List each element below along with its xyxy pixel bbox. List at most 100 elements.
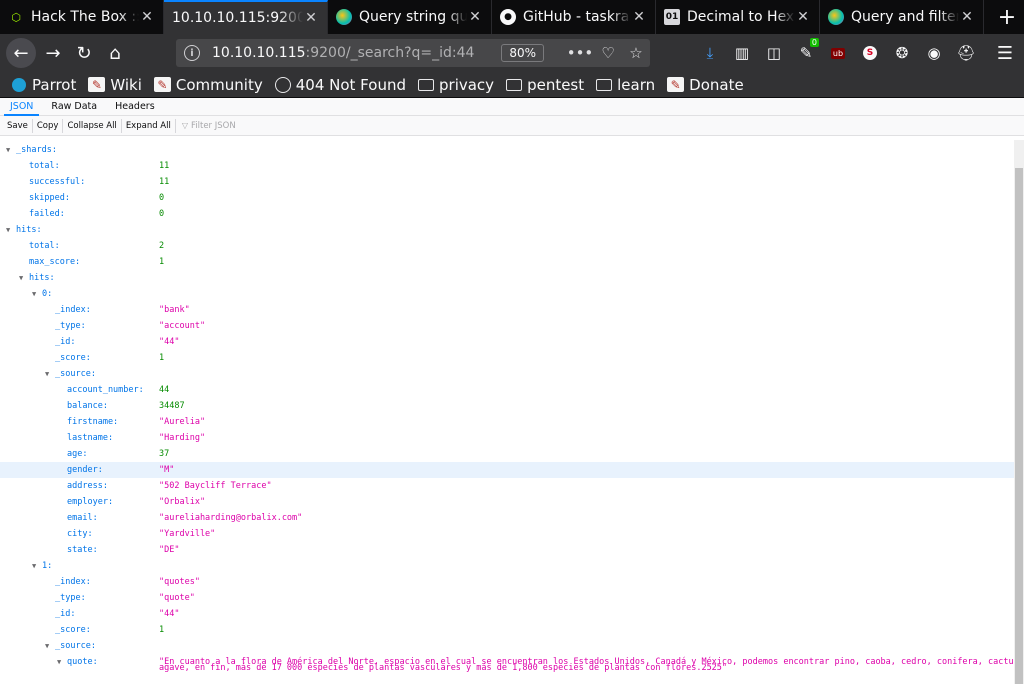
expand-toggle-icon[interactable]: ▼ bbox=[19, 270, 23, 286]
json-row[interactable]: successful: 11 bbox=[0, 174, 1014, 190]
close-icon[interactable]: ✕ bbox=[795, 9, 811, 25]
tab-query-string[interactable]: Query string query ✕ bbox=[328, 0, 492, 34]
zoom-level[interactable]: 80% bbox=[501, 44, 544, 62]
json-row[interactable]: ▼ _source: bbox=[0, 366, 1014, 382]
json-row[interactable]: lastname: "Harding" bbox=[0, 430, 1014, 446]
json-row[interactable]: city: "Yardville" bbox=[0, 526, 1014, 542]
json-key: total: bbox=[29, 241, 60, 251]
url-host: 10.10.10.115 bbox=[212, 45, 306, 61]
info-icon[interactable]: i bbox=[184, 45, 200, 61]
tab-headers[interactable]: Headers bbox=[109, 98, 161, 116]
ublock-icon[interactable]: ub bbox=[822, 38, 854, 68]
json-row[interactable]: _index: "quotes" bbox=[0, 574, 1014, 590]
json-row[interactable]: _type: "account" bbox=[0, 318, 1014, 334]
json-row[interactable]: _score: 1 bbox=[0, 622, 1014, 638]
menu-icon[interactable]: ☰ bbox=[990, 38, 1020, 68]
expand-toggle-icon[interactable]: ▼ bbox=[45, 366, 49, 382]
vertical-scrollbar[interactable] bbox=[1014, 140, 1024, 684]
tab-decimal-hex[interactable]: 01 Decimal to Hexadecimal ✕ bbox=[656, 0, 820, 34]
json-row[interactable]: ▼ 1: bbox=[0, 558, 1014, 574]
reload-button[interactable]: ↻ bbox=[70, 39, 98, 67]
tab-json[interactable]: JSON bbox=[4, 98, 40, 116]
tab-title: Hack The Box :: Hack The Box bbox=[31, 9, 139, 25]
bookmark-wiki[interactable]: ✎ Wiki bbox=[88, 76, 142, 94]
close-icon[interactable]: ✕ bbox=[139, 9, 155, 25]
cookie-icon[interactable]: ❂ bbox=[886, 38, 918, 68]
collapse-all-button[interactable]: Collapse All bbox=[63, 118, 122, 133]
close-icon[interactable]: ✕ bbox=[467, 9, 483, 25]
home-button[interactable]: ⌂ bbox=[101, 39, 129, 67]
page-actions-icon[interactable]: ••• bbox=[566, 44, 594, 62]
save-button[interactable]: Save bbox=[3, 118, 33, 133]
url-bar[interactable]: i 10.10.10.115:9200/_search?q=_id:44 80%… bbox=[176, 39, 650, 67]
account-icon[interactable]: ◉ bbox=[918, 38, 950, 68]
json-row[interactable]: state: "DE" bbox=[0, 542, 1014, 558]
back-button[interactable]: ← bbox=[6, 38, 36, 68]
json-row[interactable]: gender: "M" bbox=[0, 462, 1014, 478]
json-row[interactable]: max_score: 1 bbox=[0, 254, 1014, 270]
expand-toggle-icon[interactable]: ▼ bbox=[32, 558, 36, 574]
scrollbar-thumb[interactable] bbox=[1015, 168, 1023, 684]
expand-toggle-icon[interactable]: ▼ bbox=[6, 222, 10, 238]
json-row[interactable]: _score: 1 bbox=[0, 350, 1014, 366]
json-value: "account" bbox=[159, 321, 206, 331]
json-row[interactable]: total: 11 bbox=[0, 158, 1014, 174]
json-key: _score: bbox=[55, 353, 91, 363]
json-row[interactable]: firstname: "Aurelia" bbox=[0, 414, 1014, 430]
sidebar-icon[interactable]: ◫ bbox=[758, 38, 790, 68]
tab-query-filter[interactable]: Query and filter context ✕ bbox=[820, 0, 984, 34]
json-row[interactable]: _id: "44" bbox=[0, 606, 1014, 622]
url-text[interactable]: 10.10.10.115:9200/_search?q=_id:44 bbox=[212, 45, 501, 61]
tab-raw-data[interactable]: Raw Data bbox=[45, 98, 103, 116]
bookmark-donate[interactable]: ✎ Donate bbox=[667, 76, 744, 94]
expand-toggle-icon[interactable]: ▼ bbox=[57, 654, 61, 670]
json-row[interactable]: employer: "Orbalix" bbox=[0, 494, 1014, 510]
json-row[interactable]: ▼ 0: bbox=[0, 286, 1014, 302]
tab-hackthebox[interactable]: ⬡ Hack The Box :: Hack The Box ✕ bbox=[0, 0, 164, 34]
json-row[interactable]: skipped: 0 bbox=[0, 190, 1014, 206]
bookmark-star-icon[interactable]: ☆ bbox=[622, 44, 650, 62]
download-icon[interactable]: ⤓ bbox=[694, 38, 726, 68]
json-row[interactable]: total: 2 bbox=[0, 238, 1014, 254]
bookmark-folder-pentest[interactable]: pentest bbox=[506, 76, 584, 94]
s-extension-icon[interactable]: S bbox=[854, 38, 886, 68]
json-row[interactable]: ▼ _shards: bbox=[0, 142, 1014, 158]
json-row[interactable]: failed: 0 bbox=[0, 206, 1014, 222]
library-icon[interactable]: ▥ bbox=[726, 38, 758, 68]
bookmark-folder-privacy[interactable]: privacy bbox=[418, 76, 494, 94]
json-row[interactable]: ▼ _source: bbox=[0, 638, 1014, 654]
json-row[interactable]: _id: "44" bbox=[0, 334, 1014, 350]
json-viewer-tabs: JSON Raw Data Headers bbox=[0, 98, 1024, 116]
bookmark-parrot[interactable]: Parrot bbox=[10, 76, 76, 94]
expand-all-button[interactable]: Expand All bbox=[122, 118, 176, 133]
new-tab-button[interactable]: + bbox=[990, 0, 1024, 34]
spy-icon[interactable]: ⛑ bbox=[950, 38, 982, 68]
close-icon[interactable]: ✕ bbox=[959, 9, 975, 25]
json-row[interactable]: ▼ hits: bbox=[0, 222, 1014, 238]
bookmark-community[interactable]: ✎ Community bbox=[153, 76, 263, 94]
copy-button[interactable]: Copy bbox=[33, 118, 64, 133]
forward-button[interactable]: → bbox=[39, 39, 67, 67]
expand-toggle-icon[interactable]: ▼ bbox=[6, 142, 10, 158]
json-row[interactable]: _index: "bank" bbox=[0, 302, 1014, 318]
tab-search-result[interactable]: 10.10.10.115:9200/_search?q=_id:44 ✕ bbox=[164, 0, 328, 34]
pocket-icon[interactable]: ♡ bbox=[594, 44, 622, 62]
close-icon[interactable]: ✕ bbox=[303, 10, 319, 26]
foxyproxy-icon[interactable]: ✎ 0 bbox=[790, 38, 822, 68]
json-row[interactable]: email: "aureliaharding@orbalix.com" bbox=[0, 510, 1014, 526]
close-icon[interactable]: ✕ bbox=[631, 9, 647, 25]
tab-title: Decimal to Hexadecimal bbox=[687, 9, 795, 25]
tab-github[interactable]: ● GitHub - taskrabbit ✕ bbox=[492, 0, 656, 34]
filter-json-input[interactable]: ▽ Filter JSON bbox=[182, 121, 236, 131]
expand-toggle-icon[interactable]: ▼ bbox=[45, 638, 49, 654]
expand-toggle-icon[interactable]: ▼ bbox=[32, 286, 36, 302]
bookmark-folder-learn[interactable]: learn bbox=[596, 76, 655, 94]
json-row[interactable]: balance: 34487 bbox=[0, 398, 1014, 414]
json-value: 37 bbox=[159, 449, 170, 459]
json-row[interactable]: _type: "quote" bbox=[0, 590, 1014, 606]
json-row[interactable]: age: 37 bbox=[0, 446, 1014, 462]
json-row[interactable]: address: "502 Baycliff Terrace" bbox=[0, 478, 1014, 494]
json-row[interactable]: ▼ hits: bbox=[0, 270, 1014, 286]
json-row[interactable]: account_number: 44 bbox=[0, 382, 1014, 398]
bookmark-404[interactable]: 404 Not Found bbox=[274, 76, 406, 94]
